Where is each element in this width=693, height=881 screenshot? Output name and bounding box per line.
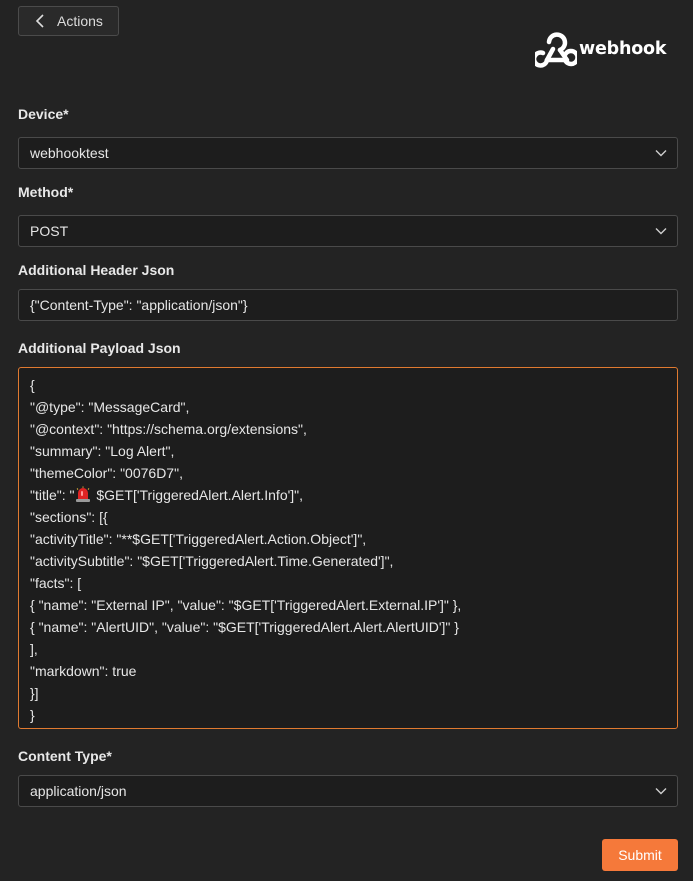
payload-line: { "name": "External IP", "value": "$GET[… [30,597,462,613]
header-json-value: {"Content-Type": "application/json"} [30,297,248,313]
payload-line: "summary": "Log Alert", [30,443,175,459]
content-type-select-value: application/json [30,783,127,799]
chevron-left-icon [35,14,44,28]
rotating-light-icon [76,486,91,502]
chevron-down-icon [655,788,667,795]
payload-line: "facts": [ [30,575,82,591]
method-label: Method* [18,184,74,200]
content-type-label: Content Type* [18,748,112,764]
chevron-down-icon [655,228,667,235]
payload-line: }] [30,685,39,701]
payload-line: "activityTitle": "**$GET['TriggeredAlert… [30,531,367,547]
webhook-logo-icon [535,32,577,68]
device-select-value: webhooktest [30,145,109,161]
payload-line: "markdown": true [30,663,137,679]
device-select[interactable]: webhooktest [18,137,678,169]
payload-title-prefix: "title": " [30,487,75,503]
payload-json-textarea[interactable]: { "@type": "MessageCard", "@context": "h… [18,367,678,729]
chevron-down-icon [655,150,667,157]
payload-line: "@context": "https://schema.org/extensio… [30,421,307,437]
webhook-logo: webhook [535,29,667,69]
payload-line: "sections": [{ [30,509,108,525]
back-button-label: Actions [57,13,103,29]
method-select[interactable]: POST [18,215,678,247]
payload-line: { [30,377,35,393]
payload-title-suffix: $GET['TriggeredAlert.Alert.Info']", [92,487,304,503]
header-json-label: Additional Header Json [18,262,175,278]
payload-line: "activitySubtitle": "$GET['TriggeredAler… [30,553,394,569]
payload-line: ], [30,641,38,657]
back-to-actions-button[interactable]: Actions [18,6,119,36]
device-label: Device* [18,106,69,122]
payload-line-title: "title": " $GET['TriggeredAlert.Alert.In… [30,484,666,506]
payload-line: "themeColor": "0076D7", [30,465,183,481]
content-type-select[interactable]: application/json [18,775,678,807]
payload-json-label: Additional Payload Json [18,340,181,356]
payload-line: "@type": "MessageCard", [30,399,190,415]
method-select-value: POST [30,223,69,239]
submit-button[interactable]: Submit [602,839,678,871]
logo-text: webhook [579,39,667,59]
payload-line: { "name": "AlertUID", "value": "$GET['Tr… [30,619,459,635]
header-json-input[interactable]: {"Content-Type": "application/json"} [18,289,678,321]
payload-line: } [30,707,35,723]
